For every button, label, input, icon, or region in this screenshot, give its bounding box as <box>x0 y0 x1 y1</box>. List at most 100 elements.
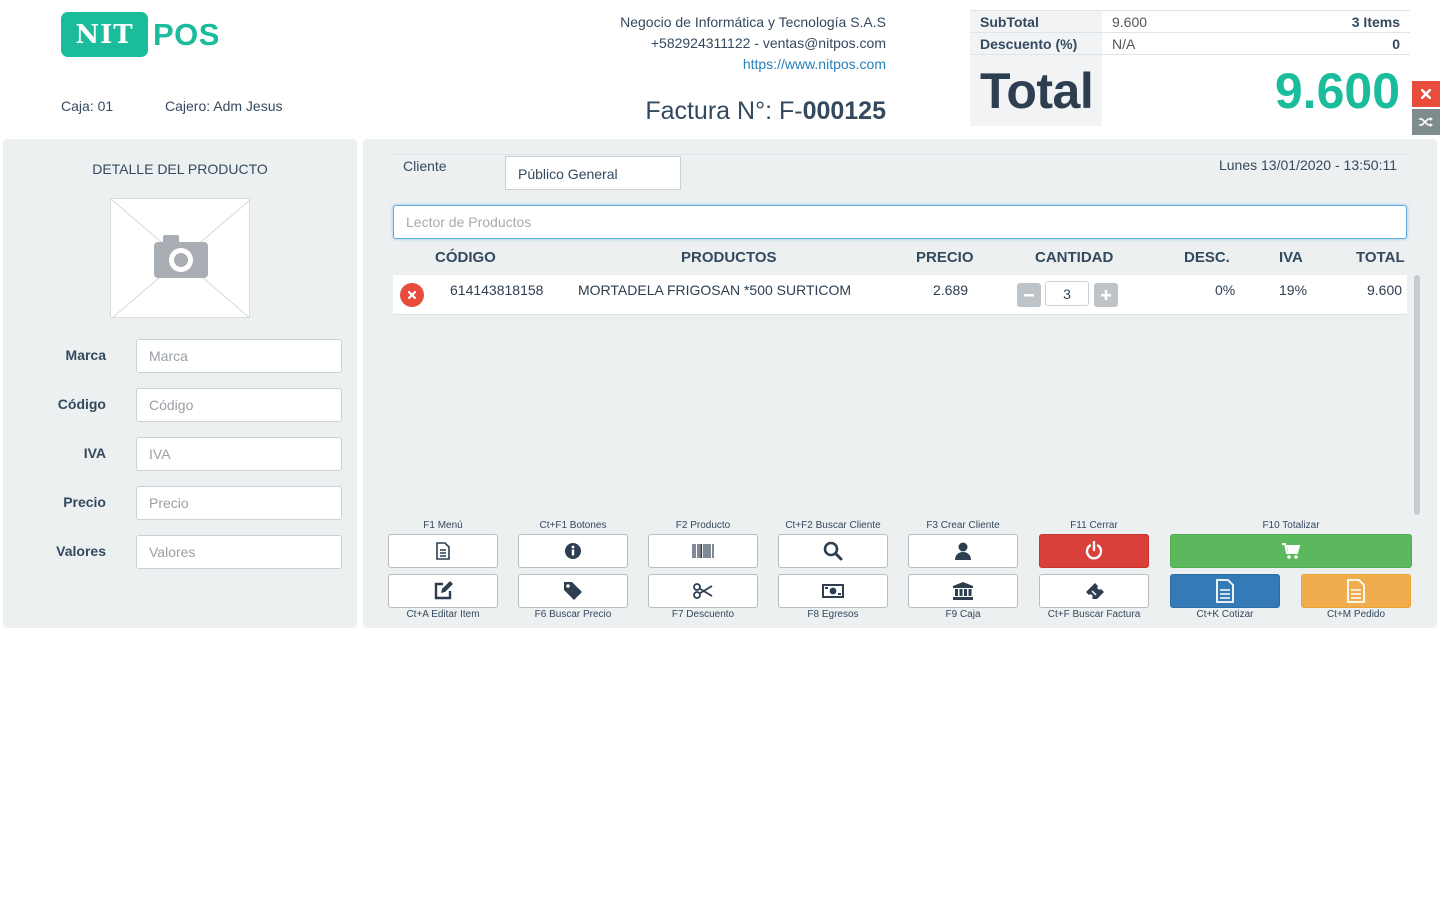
column-iva: IVA <box>1279 249 1303 266</box>
shuffle-button[interactable] <box>1412 109 1440 135</box>
column-total: TOTAL <box>1356 249 1405 266</box>
subtotal-row: SubTotal 9.600 3 Items <box>970 10 1410 32</box>
document-icon <box>436 542 450 560</box>
row-iva: 19% <box>1279 282 1308 298</box>
close-button[interactable] <box>1412 81 1440 107</box>
expenses-button[interactable] <box>778 574 888 608</box>
edit-item-button[interactable] <box>388 574 498 608</box>
brand-field-row: Marca <box>3 339 357 373</box>
money-icon <box>822 584 844 598</box>
ctm-order-label: Ct+M Pedido <box>1326 609 1386 620</box>
code-label: Código <box>57 396 106 412</box>
close-icon <box>1421 89 1431 99</box>
menu-button[interactable] <box>388 534 498 568</box>
iva-field[interactable] <box>136 437 342 471</box>
cta-edit-item-label: Ct+A Editar Item <box>406 609 480 620</box>
search-price-button[interactable] <box>518 574 628 608</box>
order-button[interactable] <box>1301 574 1411 608</box>
f2-product-label: F2 Producto <box>675 520 731 531</box>
row-total: 9.600 <box>1367 282 1403 298</box>
product-photo <box>110 198 250 318</box>
search-invoice-button[interactable] <box>1039 574 1149 608</box>
logo: NIT POS <box>61 12 220 57</box>
company-info: Negocio de Informática y Tecnología S.A.… <box>620 12 886 75</box>
totalize-button[interactable] <box>1170 534 1412 568</box>
shuffle-icon <box>1419 117 1433 127</box>
cart-icon <box>1282 543 1301 559</box>
date-time: Lunes 13/01/2020 - 13:50:11 <box>1218 157 1397 173</box>
ctk-quote-label: Ct+K Cotizar <box>1196 609 1254 620</box>
invoice-number-value: 000125 <box>802 97 886 125</box>
delete-item-button[interactable] <box>400 283 424 307</box>
column-cantidad: CANTIDAD <box>1035 249 1114 266</box>
code-field-row: Código <box>3 388 357 422</box>
caja-label: Caja: 01 <box>61 98 114 114</box>
values-label: Valores <box>56 543 106 559</box>
scissors-icon <box>693 583 713 599</box>
scrollbar-thumb[interactable] <box>1414 275 1420 515</box>
f11-close-label: F11 Cerrar <box>1070 520 1118 531</box>
edit-icon <box>434 581 453 600</box>
search-client-button[interactable] <box>778 534 888 568</box>
product-button[interactable] <box>648 534 758 568</box>
column-productos: PRODUCTOS <box>681 249 777 266</box>
price-label: Precio <box>63 494 106 510</box>
close-register-button[interactable] <box>1039 534 1149 568</box>
minus-icon <box>1024 294 1034 297</box>
code-field[interactable] <box>136 388 342 422</box>
barcode-icon <box>692 544 714 558</box>
client-field[interactable]: Público General <box>505 156 681 190</box>
client-label: Cliente <box>403 158 447 174</box>
total-label: Total <box>970 55 1102 126</box>
close-icon <box>408 291 416 299</box>
cash-register-button[interactable] <box>908 574 1018 608</box>
table-header: CÓDIGO PRODUCTOS PRECIO CANTIDAD DESC. I… <box>393 247 1407 275</box>
price-field[interactable] <box>136 486 342 520</box>
buttons-button[interactable] <box>518 534 628 568</box>
total-value: 9.600 <box>1274 62 1400 119</box>
ticket-icon <box>1086 583 1104 599</box>
values-field[interactable] <box>136 535 342 569</box>
row-desc: 0% <box>1215 282 1236 298</box>
company-contact: +582924311122 - ventas@nitpos.com <box>650 35 886 51</box>
bank-icon <box>953 582 973 600</box>
company-name: Negocio de Informática y Tecnología S.A.… <box>620 14 886 30</box>
company-url-link[interactable]: https://www.nitpos.com <box>620 54 886 75</box>
brand-field[interactable] <box>136 339 342 373</box>
table-row: 614143818158 MORTADELA FRIGOSAN *500 SUR… <box>393 275 1407 315</box>
client-bar: Cliente Público General Lunes 13/01/2020… <box>393 154 1407 194</box>
camera-icon <box>111 199 249 317</box>
f6-search-price-label: F6 Buscar Precio <box>534 609 612 620</box>
discount-amount: 0 <box>1392 35 1400 52</box>
quote-button[interactable] <box>1170 574 1280 608</box>
document-icon <box>1216 579 1234 603</box>
f3-create-client-label: F3 Crear Cliente <box>926 520 1000 531</box>
plus-icon <box>1101 290 1111 300</box>
product-scanner-input[interactable] <box>393 205 1407 239</box>
subtotal-label: SubTotal <box>970 11 1102 32</box>
quantity-decrease-button[interactable] <box>1017 283 1041 307</box>
iva-field-row: IVA <box>3 437 357 471</box>
cajero-label: Cajero: Adm Jesus <box>165 98 283 114</box>
quantity-increase-button[interactable] <box>1094 283 1118 307</box>
logo-nit: NIT <box>61 12 148 57</box>
column-desc: DESC. <box>1184 249 1230 266</box>
column-precio: PRECIO <box>916 249 974 266</box>
discount-button[interactable] <box>648 574 758 608</box>
power-icon <box>1085 541 1103 560</box>
total-row: Total 9.600 <box>970 54 1410 126</box>
product-detail-title: DETALLE DEL PRODUCTO <box>92 161 268 177</box>
create-client-button[interactable] <box>908 534 1018 568</box>
f7-discount-label: F7 Descuento <box>671 609 735 620</box>
f9-cash-label: F9 Caja <box>945 609 981 620</box>
tag-icon <box>564 582 582 600</box>
search-icon <box>823 541 843 561</box>
info-icon <box>565 543 581 559</box>
discount-value: N/A <box>1112 35 1136 52</box>
invoice-prefix: Factura N°: F- <box>645 97 803 125</box>
table-scrollbar[interactable] <box>1413 275 1421 515</box>
quantity-field[interactable] <box>1045 281 1089 306</box>
product-detail-panel: DETALLE DEL PRODUCTO Marca Código IVA Pr… <box>3 139 357 628</box>
ctf1-buttons-label: Ct+F1 Botones <box>539 520 607 531</box>
logo-pos: POS <box>153 16 220 52</box>
